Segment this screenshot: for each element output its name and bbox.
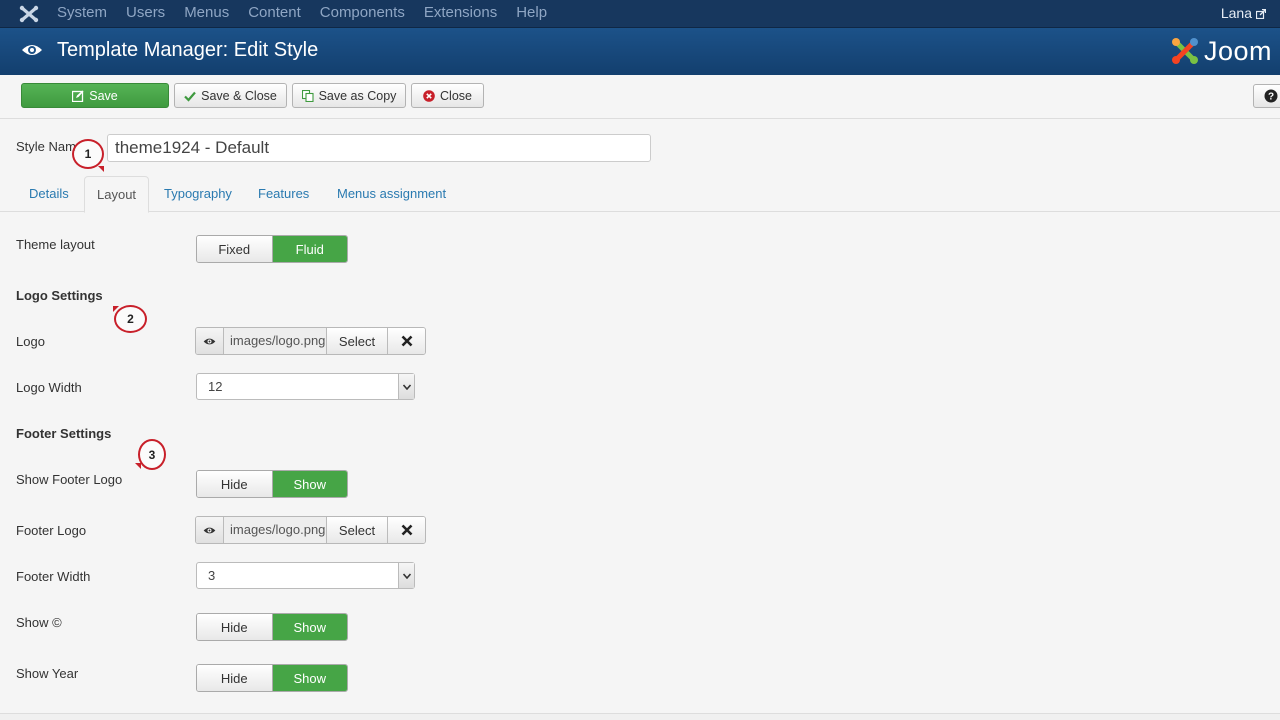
callout-1: 1 <box>72 139 104 169</box>
logo-select-button[interactable]: Select <box>327 328 388 354</box>
logo-label: Logo <box>16 334 45 349</box>
eye-icon <box>203 527 216 533</box>
check-icon <box>184 91 196 102</box>
show-year-label: Show Year <box>16 666 79 681</box>
show-copyright-show-option[interactable]: Show <box>271 614 347 640</box>
user-menu[interactable]: Lana <box>1221 0 1266 26</box>
tab-typography[interactable]: Typography <box>152 176 244 212</box>
show-year-show-option[interactable]: Show <box>271 665 347 691</box>
footer-logo-label: Footer Logo <box>16 523 87 538</box>
save-close-label: Save & Close <box>201 88 277 103</box>
external-link-icon <box>1256 9 1266 19</box>
show-footer-logo-label: Show Footer Logo <box>16 472 123 487</box>
chevron-down-icon <box>398 374 414 399</box>
theme-layout-fixed-option[interactable]: Fixed <box>197 236 272 262</box>
logo-clear-button[interactable] <box>388 328 425 354</box>
chevron-down-icon <box>398 563 414 588</box>
tab-details[interactable]: Details <box>17 176 81 212</box>
callout-3: 3 <box>138 439 166 470</box>
edit-icon <box>72 90 84 102</box>
save-button[interactable]: Save <box>21 83 169 108</box>
logo-media-field: images/logo.png Select <box>195 327 426 355</box>
show-year-hide-option[interactable]: Hide <box>197 665 272 691</box>
show-copyright-label: Show © <box>16 615 62 630</box>
joomla-brand-icon <box>1172 38 1198 64</box>
tab-features[interactable]: Features <box>246 176 321 212</box>
page-title: Template Manager: Edit Style <box>57 39 319 61</box>
footer-width-select[interactable]: 3 <box>196 562 415 589</box>
tab-menus-assignment[interactable]: Menus assignment <box>325 176 458 212</box>
footer-logo-select-button[interactable]: Select <box>327 517 388 543</box>
page-header: Template Manager: Edit Style Joom <box>0 28 1280 75</box>
footer-settings-heading: Footer Settings <box>16 426 112 441</box>
save-as-copy-button[interactable]: Save as Copy <box>292 83 406 108</box>
save-as-copy-label: Save as Copy <box>318 88 397 103</box>
style-name-input[interactable]: theme1924 - Default <box>107 134 651 162</box>
close-button[interactable]: Close <box>411 83 484 108</box>
top-menu: System Users Menus Content Components Ex… <box>57 0 566 28</box>
show-copyright-toggle: Hide Show <box>196 613 348 641</box>
footer-logo-media-field: images/logo.png Select <box>195 516 426 544</box>
close-label: Close <box>440 88 472 103</box>
top-nav: System Users Menus Content Components Ex… <box>0 0 1280 28</box>
footer-logo-preview-button[interactable] <box>196 517 224 543</box>
logo-path-input[interactable]: images/logo.png <box>224 328 327 354</box>
question-circle-icon: ? <box>1264 89 1278 103</box>
footer-logo-clear-button[interactable] <box>388 517 425 543</box>
save-label: Save <box>89 88 118 103</box>
close-icon <box>401 335 412 347</box>
footer-width-value: 3 <box>208 568 216 583</box>
footer-width-label: Footer Width <box>16 569 91 584</box>
logo-width-select[interactable]: 12 <box>196 373 415 400</box>
logo-preview-button[interactable] <box>196 328 224 354</box>
close-circle-icon <box>423 89 435 102</box>
style-name-label: Style Nam <box>16 139 76 154</box>
tab-layout[interactable]: Layout <box>84 176 150 213</box>
theme-layout-toggle: Fixed Fluid <box>196 235 348 263</box>
help-button[interactable]: ? <box>1253 84 1280 108</box>
eye-icon <box>203 338 216 344</box>
logo-settings-heading: Logo Settings <box>16 288 103 303</box>
close-icon <box>401 524 412 536</box>
menu-system[interactable]: System <box>57 0 107 28</box>
menu-content[interactable]: Content <box>248 0 301 28</box>
show-year-toggle: Hide Show <box>196 664 348 692</box>
menu-components[interactable]: Components <box>320 0 405 28</box>
copy-icon <box>301 89 314 102</box>
page-bottom-edge <box>0 713 1280 720</box>
show-footer-logo-toggle: Hide Show <box>196 470 348 498</box>
menu-users[interactable]: Users <box>126 0 165 28</box>
show-footer-logo-show-option[interactable]: Show <box>271 471 347 497</box>
callout-1-pointer <box>98 166 104 172</box>
joomla-logo-icon[interactable] <box>19 5 39 23</box>
theme-layout-label: Theme layout <box>16 237 95 252</box>
show-footer-logo-hide-option[interactable]: Hide <box>197 471 272 497</box>
joomla-brand: Joom <box>1170 33 1272 69</box>
save-close-button[interactable]: Save & Close <box>174 83 287 108</box>
logo-width-label: Logo Width <box>16 380 82 395</box>
brand-wordmark: Joom <box>1204 35 1273 66</box>
menu-menus[interactable]: Menus <box>184 0 229 28</box>
theme-layout-fluid-option[interactable]: Fluid <box>271 236 347 262</box>
user-name: Lana <box>1220 5 1252 21</box>
callout-3-pointer <box>135 463 141 469</box>
svg-text:?: ? <box>1268 92 1274 103</box>
show-copyright-hide-option[interactable]: Hide <box>197 614 272 640</box>
menu-extensions[interactable]: Extensions <box>424 0 497 28</box>
tab-bar: Details Layout Typography Features Menus… <box>0 176 1280 213</box>
footer-logo-path-input[interactable]: images/logo.png <box>224 517 327 543</box>
callout-2-pointer <box>113 306 119 312</box>
menu-help[interactable]: Help <box>516 0 547 28</box>
logo-width-value: 12 <box>208 379 223 394</box>
eye-icon <box>22 45 42 55</box>
